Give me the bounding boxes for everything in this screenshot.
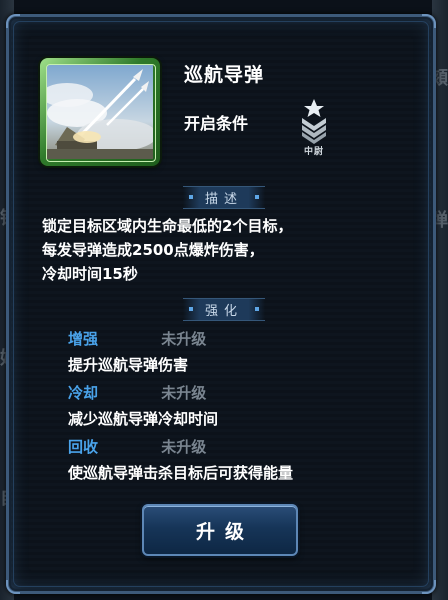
heading-dot [188,195,193,199]
description-heading: 描述 [0,186,448,209]
rank-label: 中尉 [303,147,324,157]
enhance-name: 冷却 [68,384,99,402]
enhance-effect: 使巡航导弹击杀目标后可获得能量 [68,464,294,482]
enhance-name: 回收 [68,438,99,456]
skill-title: 巡航导弹 [184,64,265,86]
frame-corner [6,14,20,28]
enhance-item-cooldown: 冷却 未升级 [68,382,206,403]
unlock-condition-label: 开启条件 [184,114,249,133]
enhance-status: 未升级 [161,330,207,348]
heading-dot [255,307,259,311]
description-line: 锁定目标区域内生命最低的2个目标， [42,217,293,235]
enhance-effect: 提升巡航导弹伤害 [68,356,189,374]
skill-icon-card [40,58,160,166]
enhance-item-recycle: 回收 未升级 [68,436,206,457]
rank-badge: 中尉 [294,98,334,157]
enhance-status: 未升级 [161,438,207,456]
enhance-effect: 减少巡航导弹冷却时间 [68,410,219,428]
lieutenant-rank-icon [302,99,326,144]
description-line: 每发导弹造成2500点爆炸伤害， [42,241,264,259]
description-line: 冷却时间15秒 [42,265,138,283]
cruise-missile-icon [46,64,156,162]
enhance-item-boost: 增强 未升级 [68,328,206,349]
heading-dot [255,195,259,199]
upgrade-button[interactable]: 升级 [142,504,298,556]
heading-dot [188,307,193,311]
enhance-status: 未升级 [161,384,207,402]
enhance-heading: 强化 [0,298,448,321]
enhance-name: 增强 [68,330,99,348]
enhance-heading-label: 强化 [204,304,243,319]
description-heading-label: 描述 [204,192,243,207]
skill-description: 锁定目标区域内生命最低的2个目标， 每发导弹造成2500点爆炸伤害， 冷却时间1… [42,214,412,286]
